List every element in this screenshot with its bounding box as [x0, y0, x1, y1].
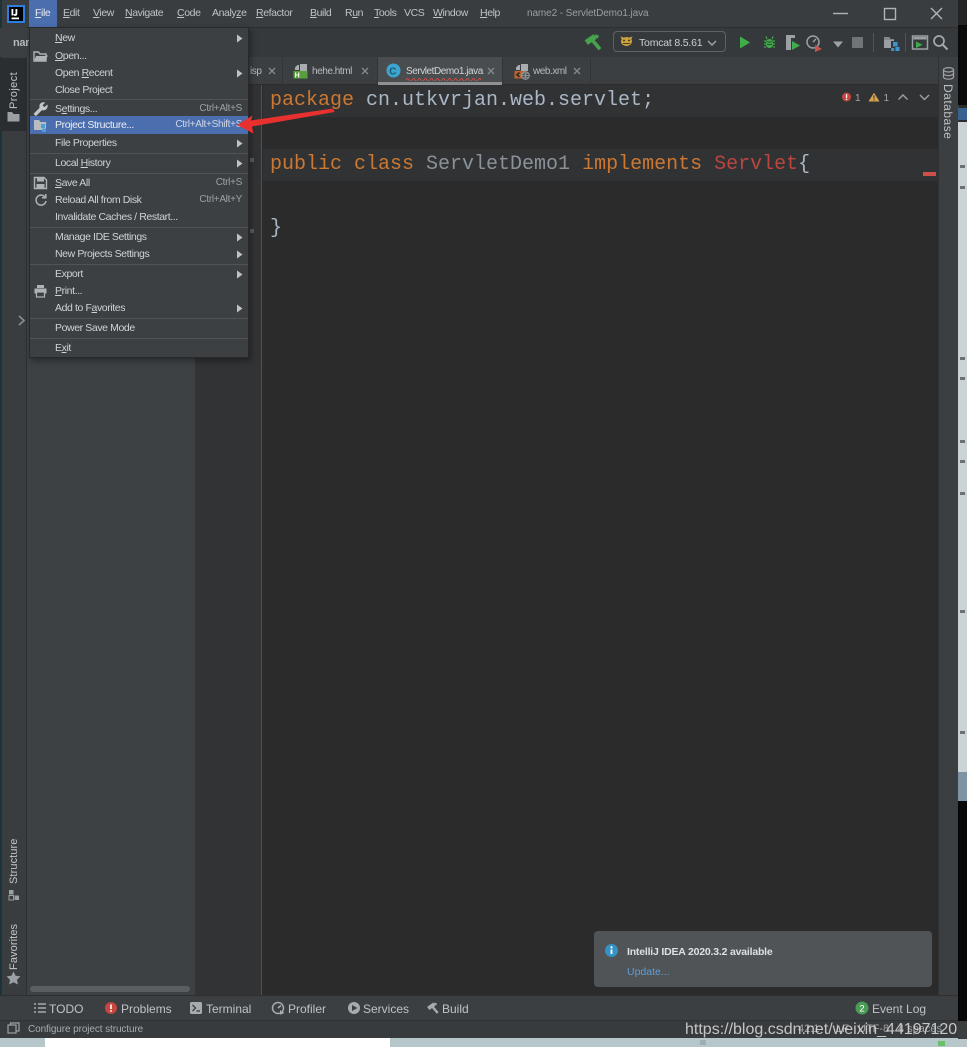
svg-text:2: 2	[859, 1004, 864, 1015]
svg-text:H: H	[295, 73, 300, 79]
svg-text:1: 1	[884, 93, 890, 104]
svg-text:C: C	[389, 67, 396, 78]
svg-text:1: 1	[855, 93, 861, 104]
